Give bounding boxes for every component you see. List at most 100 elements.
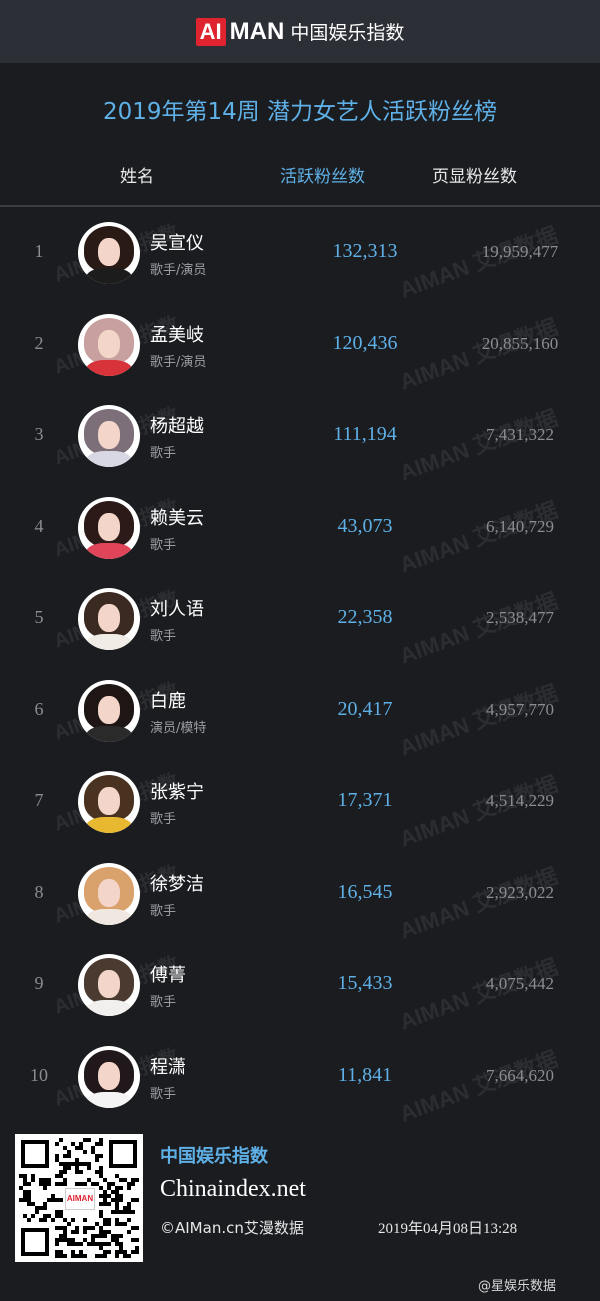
footer-brand: 中国娱乐指数	[160, 1146, 268, 1167]
qr-module	[123, 1178, 127, 1182]
avatar-face	[98, 970, 120, 998]
table-row[interactable]: AIMAN 乐指数AIMAN 艾漫数据6白鹿演员/模特20,4174,957,7…	[0, 665, 600, 760]
avatar-body	[86, 1000, 132, 1016]
artist-name[interactable]: 徐梦洁	[150, 870, 204, 896]
qr-module	[127, 1230, 131, 1234]
logo-man: MAN	[229, 17, 285, 45]
table-row[interactable]: AIMAN 乐指数AIMAN 艾漫数据1吴宣仪歌手/演员132,31319,95…	[0, 207, 600, 302]
artist-name[interactable]: 杨超越	[150, 412, 204, 438]
qr-module	[23, 1194, 27, 1198]
active-fans-count: 15,433	[337, 972, 393, 994]
qr-module	[75, 1162, 79, 1166]
artist-name[interactable]: 赖美云	[150, 504, 204, 530]
qr-module	[99, 1142, 103, 1146]
qr-module	[71, 1162, 75, 1166]
table-row[interactable]: AIMAN 乐指数AIMAN 艾漫数据4赖美云歌手43,0736,140,729	[0, 482, 600, 577]
qr-module	[123, 1206, 127, 1210]
table-row[interactable]: AIMAN 乐指数AIMAN 艾漫数据7张紫宁歌手17,3714,514,229	[0, 756, 600, 851]
qr-module	[115, 1234, 119, 1238]
qr-module	[23, 1178, 27, 1182]
rank-number: 5	[34, 607, 44, 627]
qr-module	[127, 1218, 131, 1222]
active-fans-count: 22,358	[337, 606, 393, 628]
qr-module	[63, 1178, 67, 1182]
page-fans-count: 4,075,442	[486, 974, 554, 993]
qr-module	[103, 1198, 107, 1202]
qr-module	[67, 1150, 71, 1154]
avatar[interactable]	[78, 588, 140, 650]
page-fans-count: 2,923,022	[486, 882, 554, 902]
qr-module	[19, 1186, 23, 1190]
qr-module	[27, 1190, 31, 1194]
avatar[interactable]	[78, 954, 140, 1016]
qr-module	[99, 1174, 103, 1178]
rank-number: 1	[34, 241, 44, 261]
qr-module	[115, 1238, 119, 1242]
footer-site[interactable]: Chinaindex.net	[160, 1176, 306, 1203]
qr-module	[119, 1186, 123, 1190]
rank-number: 9	[34, 973, 44, 993]
avatar[interactable]	[78, 222, 140, 284]
artist-name[interactable]: 傅菁	[150, 961, 186, 987]
artist-name[interactable]: 孟美岐	[150, 321, 204, 347]
active-fans-count: 120,436	[332, 331, 398, 354]
qr-module	[91, 1238, 95, 1242]
page-title: 2019年第14周 潜力女艺人活跃粉丝榜	[102, 99, 498, 125]
artist-name[interactable]: 刘人语	[150, 595, 204, 621]
active-fans-count: 132,313	[332, 240, 398, 262]
table-row[interactable]: AIMAN 乐指数AIMAN 艾漫数据2孟美岐歌手/演员120,43620,85…	[0, 299, 600, 394]
artist-role: 歌手	[150, 1086, 177, 1102]
qr-module	[127, 1202, 131, 1206]
qr-module	[135, 1198, 139, 1202]
artist-name[interactable]: 程潇	[150, 1053, 186, 1079]
qr-module	[103, 1242, 107, 1246]
table-row[interactable]: AIMAN 乐指数AIMAN 艾漫数据9傅菁歌手15,4334,075,442	[0, 939, 600, 1034]
qr-module	[75, 1166, 79, 1170]
qr-module	[99, 1234, 103, 1238]
table-row[interactable]: AIMAN 乐指数AIMAN 艾漫数据10程潇歌手11,8417,664,620	[0, 1031, 600, 1126]
avatar[interactable]	[78, 313, 140, 376]
qr-module	[123, 1222, 127, 1226]
qr-module	[23, 1214, 27, 1218]
qr-module	[71, 1238, 75, 1242]
table-row[interactable]: AIMAN 乐指数AIMAN 艾漫数据3杨超越歌手111,1947,431,32…	[0, 390, 600, 485]
qr-module	[51, 1218, 55, 1222]
qr-module	[99, 1254, 103, 1258]
avatar[interactable]	[78, 405, 140, 467]
table-row[interactable]: AIMAN 乐指数AIMAN 艾漫数据8徐梦洁歌手16,5452,923,022	[0, 848, 600, 943]
qr-module	[103, 1218, 107, 1222]
artist-name[interactable]: 张紫宁	[150, 778, 204, 804]
qr-module	[131, 1178, 135, 1182]
qr-module	[23, 1174, 27, 1178]
page-fans-count: 19,959,477	[481, 242, 559, 261]
artist-name[interactable]: 白鹿	[150, 687, 186, 713]
qr-module	[103, 1194, 107, 1198]
qr-module	[67, 1242, 71, 1246]
qr-module	[63, 1162, 67, 1166]
avatar[interactable]	[78, 679, 140, 742]
qr-module	[63, 1182, 67, 1186]
qr-module	[55, 1154, 59, 1158]
avatar-body	[86, 634, 132, 650]
avatar[interactable]	[78, 496, 140, 559]
avatar[interactable]	[78, 1045, 140, 1108]
avatar[interactable]	[78, 862, 140, 925]
qr-module	[31, 1202, 35, 1206]
qr-module	[83, 1254, 87, 1258]
qr-module	[83, 1226, 87, 1230]
footer-copyright: ©AIMan.cn艾漫数据	[160, 1219, 304, 1237]
qr-module	[111, 1238, 115, 1242]
qr-module	[75, 1242, 79, 1246]
qr-module	[119, 1178, 123, 1182]
qr-module	[79, 1242, 83, 1246]
qr-module	[43, 1186, 47, 1190]
qr-module	[119, 1234, 123, 1238]
qr-module	[27, 1182, 31, 1186]
qr-module	[99, 1226, 103, 1230]
avatar[interactable]	[78, 771, 140, 833]
avatar-body	[86, 908, 132, 925]
qr-module	[131, 1250, 135, 1254]
table-row[interactable]: AIMAN 乐指数AIMAN 艾漫数据5刘人语歌手22,3582,538,477	[0, 573, 600, 668]
qr-module	[83, 1138, 87, 1142]
artist-name[interactable]: 吴宣仪	[150, 229, 204, 255]
